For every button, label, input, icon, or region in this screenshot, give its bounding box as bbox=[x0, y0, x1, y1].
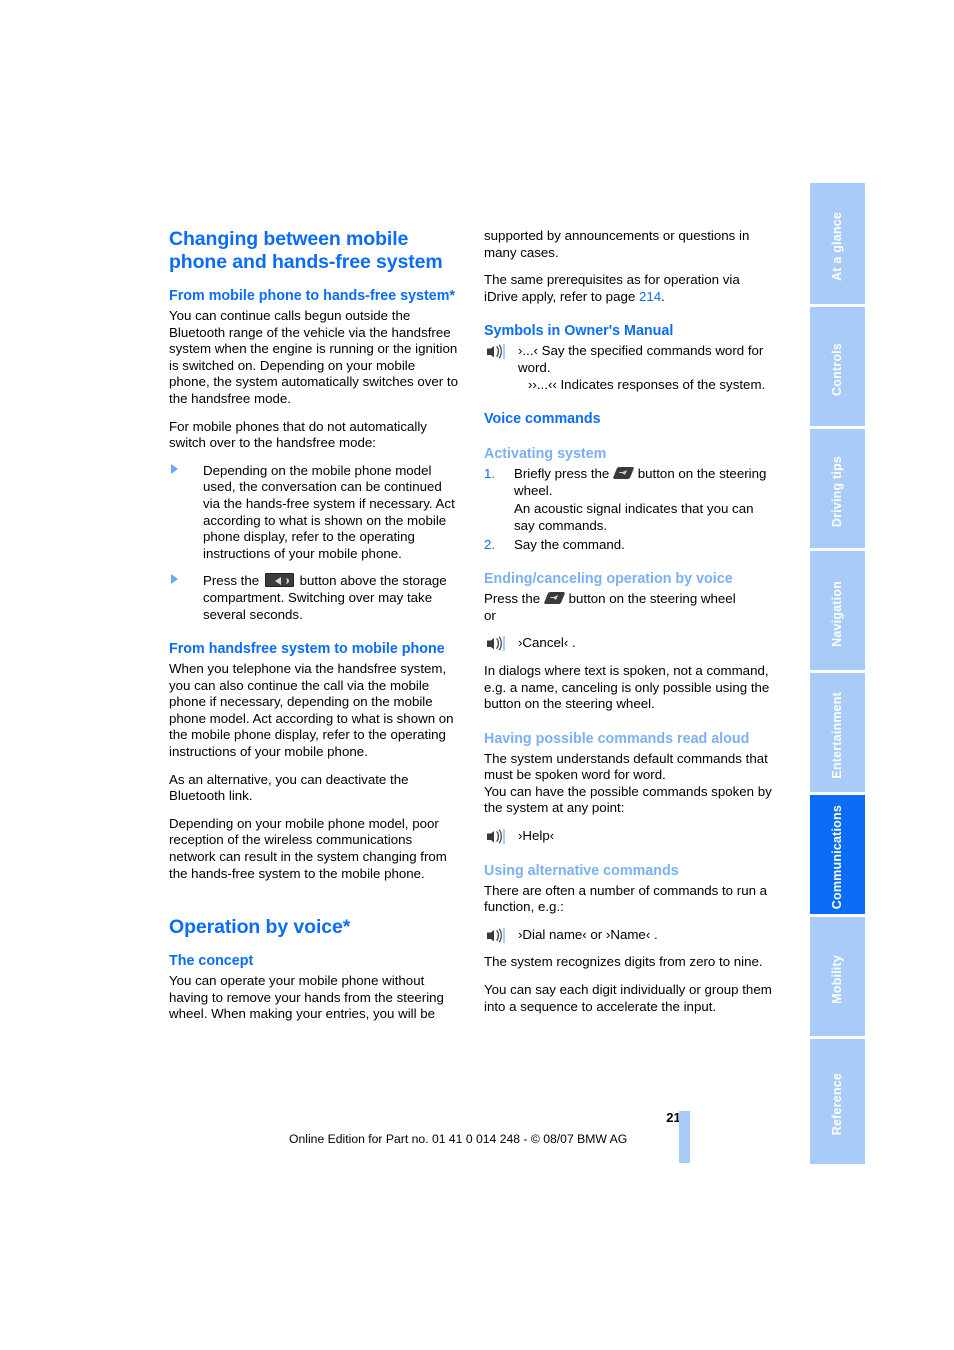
paragraph-supported-announcements: supported by announcements or questions … bbox=[484, 228, 750, 260]
subheading-the-concept: The concept bbox=[169, 953, 254, 970]
section-heading-operation-by-voice: Operation by voice* bbox=[169, 916, 351, 939]
paragraph-dialogs-canceling: In dialogs where text is spoken, not a c… bbox=[484, 662, 770, 712]
paragraph-poor-reception: Depending on your mobile phone model, po… bbox=[169, 815, 447, 881]
triangle-bullet-icon bbox=[171, 463, 178, 474]
sidebar-tab-navigation[interactable]: Navigation bbox=[810, 551, 865, 670]
tab-label: Reference bbox=[830, 1073, 845, 1136]
tab-label: Mobility bbox=[830, 955, 845, 1004]
help-command-text: ›Help‹ bbox=[518, 828, 555, 844]
left-column: Changing between mobile phone and hands-… bbox=[169, 228, 459, 1034]
list-number: 1. bbox=[484, 466, 496, 482]
symbols-block: ›...‹ Say the specified commands word fo… bbox=[484, 343, 774, 393]
tab-label: Entertainment bbox=[830, 692, 845, 779]
subheading-commands-read-aloud: Having possible commands read aloud bbox=[484, 730, 750, 747]
footer-marker-bar bbox=[679, 1111, 690, 1163]
footer-edition-note: Online Edition for Part no. 01 41 0 014 … bbox=[289, 1132, 628, 1146]
paragraph-press-wheel-button: Press the button on the steering wheel bbox=[484, 591, 774, 608]
symbol-response-text: ››...‹‹ Indicates responses of the syste… bbox=[528, 376, 766, 392]
step1-note: An acoustic signal indicates that you ca… bbox=[514, 501, 754, 533]
paragraph-commands-spoken: You can have the possible commands spoke… bbox=[484, 783, 772, 816]
sidebar-tab-mobility[interactable]: Mobility bbox=[810, 917, 865, 1036]
voice-command-icon bbox=[486, 927, 505, 943]
bullet-text-depending-model: Depending on the mobile phone model used… bbox=[203, 462, 455, 561]
tab-label: At a glance bbox=[830, 212, 845, 281]
manual-page: Changing between mobile phone and hands-… bbox=[0, 0, 954, 1350]
subheading-activating-system: Activating system bbox=[484, 446, 607, 463]
paragraph-number-of-commands: There are often a number of commands to … bbox=[484, 882, 768, 915]
tab-label: Controls bbox=[830, 343, 845, 396]
list-item: Depending on the mobile phone model used… bbox=[169, 463, 459, 563]
sidebar-tab-driving-tips[interactable]: Driving tips bbox=[810, 429, 865, 548]
symbol-rule bbox=[503, 636, 505, 652]
steering-wheel-button-icon bbox=[543, 592, 566, 605]
tab-label: Navigation bbox=[830, 580, 845, 647]
sidebar-tab-controls[interactable]: Controls bbox=[810, 307, 865, 426]
list-item: 1. Briefly press the button on the steer… bbox=[484, 466, 774, 534]
voice-command-icon bbox=[486, 344, 505, 360]
paragraph-say-each-digit: You can say each digit individually or g… bbox=[484, 982, 772, 1014]
sidebar-tab-at-a-glance[interactable]: At a glance bbox=[810, 183, 865, 304]
list-item: Press the button above the storage compa… bbox=[169, 573, 459, 623]
list-number: 2. bbox=[484, 536, 496, 552]
help-command-block: ›Help‹ bbox=[484, 828, 774, 845]
subheading-symbols-owners-manual: Symbols in Owner's Manual bbox=[484, 323, 674, 340]
step2-text: Say the command. bbox=[514, 536, 625, 552]
dial-name-command-text: ›Dial name‹ or ›Name‹ . bbox=[518, 926, 658, 942]
paragraph-digits-zero-nine: The system recognizes digits from zero t… bbox=[484, 954, 763, 970]
ending-text-pre: Press the bbox=[484, 591, 541, 607]
subheading-alternative-commands: Using alternative commands bbox=[484, 862, 679, 879]
paragraph-default-commands: The system understands default commands … bbox=[484, 750, 768, 783]
cancel-command-block: ›Cancel‹ . bbox=[484, 635, 774, 652]
symbol-rule bbox=[503, 829, 505, 845]
subheading-ending-canceling: Ending/canceling operation by voice bbox=[484, 571, 733, 588]
symbol-rule bbox=[503, 344, 505, 360]
paragraph-prerequisites: The same prerequisites as for operation … bbox=[484, 272, 774, 305]
sidebar-tab-communications[interactable]: Communications bbox=[810, 795, 865, 914]
sidebar-tab-entertainment[interactable]: Entertainment bbox=[810, 673, 865, 792]
paragraph-or: or bbox=[484, 607, 496, 623]
triangle-bullet-icon bbox=[171, 574, 178, 585]
step1-text-pre: Briefly press the bbox=[514, 466, 610, 482]
section-tab-strip: At a glance Controls Driving tips Naviga… bbox=[810, 183, 865, 1169]
dial-name-command-block: ›Dial name‹ or ›Name‹ . bbox=[484, 927, 774, 944]
voice-command-icon bbox=[486, 636, 505, 652]
right-column: supported by announcements or questions … bbox=[484, 228, 774, 1026]
symbol-rule bbox=[503, 927, 505, 943]
symbol-say-text: ›...‹ Say the specified commands word fo… bbox=[518, 343, 764, 375]
prerequisites-text-pre: The same prerequisites as for operation … bbox=[484, 272, 740, 304]
section-heading-changing: Changing between mobile phone and hands-… bbox=[169, 228, 443, 273]
subheading-from-mobile-to-handsfree: From mobile phone to hands-free system* bbox=[169, 288, 455, 304]
paragraph-concept: You can operate your mobile phone withou… bbox=[169, 973, 444, 1022]
steering-wheel-button-icon bbox=[612, 467, 635, 480]
speaker-button-icon bbox=[264, 573, 294, 588]
page-reference-link[interactable]: 214 bbox=[639, 289, 661, 304]
voice-command-icon bbox=[486, 829, 505, 845]
tab-label: Driving tips bbox=[830, 455, 845, 528]
paragraph-telephone-via-handsfree: When you telephone via the handsfree sys… bbox=[169, 661, 454, 760]
list-item: 2. Say the command. bbox=[484, 537, 774, 554]
bullet-text-press-button-pre: Press the bbox=[203, 573, 260, 589]
paragraph-non-automatic: For mobile phones that do not automatica… bbox=[169, 418, 427, 451]
prerequisites-text-post: . bbox=[661, 288, 665, 304]
paragraph-continue-calls: You can continue calls begun outside the… bbox=[169, 308, 458, 406]
subheading-voice-commands: Voice commands bbox=[484, 411, 601, 428]
bullet-list-handsfree-steps: Depending on the mobile phone model used… bbox=[169, 463, 459, 623]
tab-label: Communications bbox=[830, 805, 845, 910]
sidebar-tab-reference[interactable]: Reference bbox=[810, 1039, 865, 1164]
ending-text-post: button on the steering wheel bbox=[568, 591, 736, 607]
subheading-from-handsfree-to-mobile: From handsfree system to mobile phone bbox=[169, 641, 445, 658]
paragraph-deactivate-bluetooth: As an alternative, you can deactivate th… bbox=[169, 771, 409, 804]
numbered-list-activating: 1. Briefly press the button on the steer… bbox=[484, 466, 774, 553]
cancel-command-text: ›Cancel‹ . bbox=[518, 635, 576, 651]
